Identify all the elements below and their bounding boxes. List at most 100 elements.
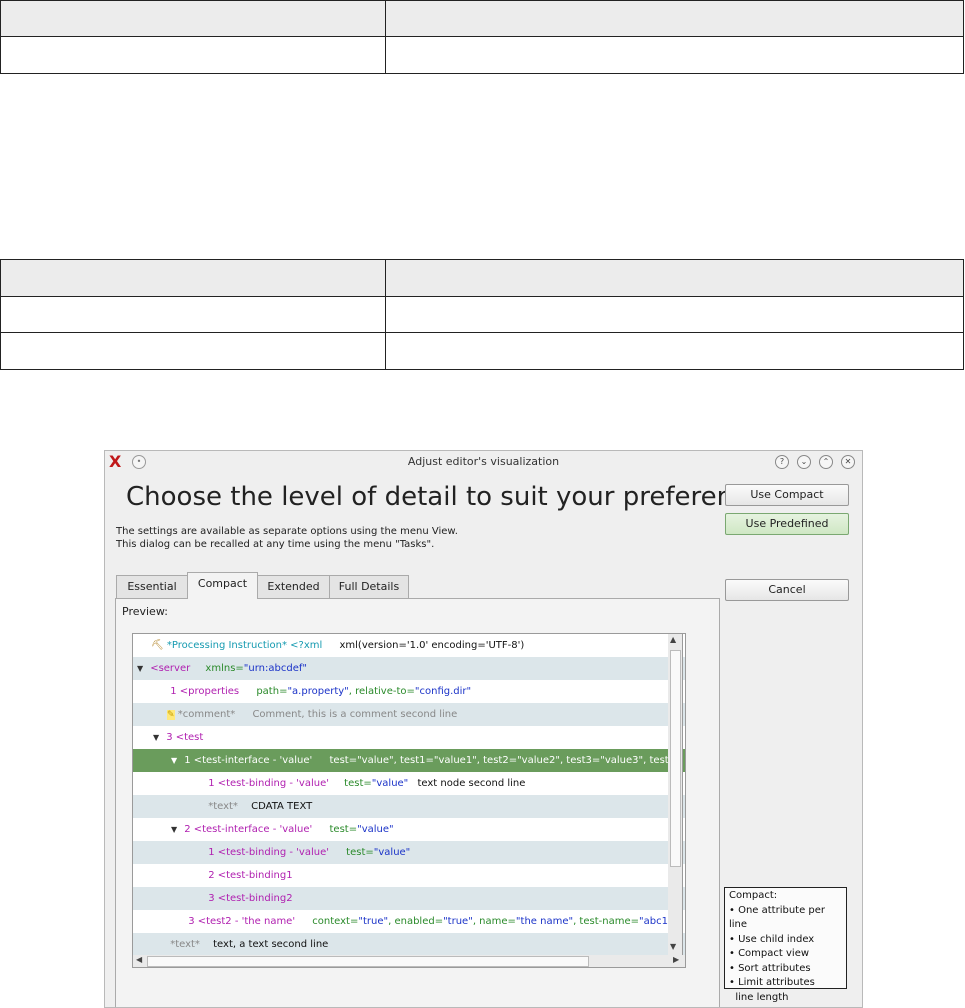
legend-item: • One attribute per line: [729, 904, 826, 931]
attribute-value: "config.dir": [414, 686, 472, 697]
comment-text: Comment, this is a comment second line: [252, 709, 458, 720]
attribute-name: , name=: [472, 916, 516, 927]
legend-item: line length: [729, 991, 789, 1003]
table-1-header-cell: [385, 0, 964, 37]
text-label: *text*: [170, 939, 200, 950]
attribute-value: "a.property": [287, 686, 349, 697]
legend-item: • Limit attributes: [729, 977, 815, 988]
legend-item: • Use child index: [729, 933, 815, 945]
tree-row[interactable]: ▼ 2 <test-interface - 'value' test="valu…: [133, 818, 685, 841]
tree-row[interactable]: ▼ 3 <test: [133, 726, 685, 749]
window-close-icon[interactable]: ✕: [841, 455, 855, 469]
tree-row[interactable]: 3 <test2 - 'the name' context="true", en…: [133, 910, 685, 933]
comment-icon: ✎: [167, 710, 175, 720]
expand-triangle-icon[interactable]: ▼: [153, 726, 163, 749]
table-2-header-cell: [385, 259, 964, 297]
tab-full-details[interactable]: Full Details: [329, 575, 409, 598]
horizontal-scroll-thumb[interactable]: [147, 956, 589, 967]
tree-row[interactable]: ✎ *comment* Comment, this is a comment s…: [133, 703, 685, 726]
preview-label: Preview:: [122, 605, 168, 618]
expand-triangle-icon[interactable]: ▼: [137, 657, 147, 680]
table-2-cell: [385, 332, 964, 370]
table-1-header-cell: [0, 0, 386, 37]
tree-row[interactable]: ▼ <server xmlns="urn:abcdef": [133, 657, 685, 680]
attribute-value: "value": [357, 824, 394, 835]
tree-row[interactable]: 3 <test-binding2: [133, 887, 685, 910]
scroll-up-icon[interactable]: ▲: [670, 635, 676, 644]
pi-value: xml(version='1.0' encoding='UTF-8'): [339, 640, 525, 651]
table-2-cell: [0, 332, 386, 370]
scroll-right-icon[interactable]: ▶: [673, 955, 679, 964]
window-title: Adjust editor's visualization: [407, 455, 560, 468]
table-1-cell: [385, 36, 964, 74]
maximize-icon[interactable]: ⌃: [819, 455, 833, 469]
tree-row[interactable]: 1 <properties path="a.property", relativ…: [133, 680, 685, 703]
expand-triangle-icon[interactable]: ▼: [171, 749, 181, 772]
tree-row[interactable]: ⛏ *Processing Instruction* <?xml xml(ver…: [133, 634, 685, 657]
legend-item: • Sort attributes: [729, 962, 811, 974]
tree-row[interactable]: *text* text, a text second line: [133, 933, 685, 956]
tree-row[interactable]: *text* CDATA TEXT: [133, 795, 685, 818]
attribute-name: xmlns=: [205, 663, 244, 674]
tab-panel: Preview: ⛏ *Processing Instruction* <?xm…: [115, 598, 720, 1007]
element-name: 3 <test-binding2: [208, 893, 293, 904]
attribute-name: , enabled=: [388, 916, 444, 927]
comment-label: *comment*: [177, 709, 236, 720]
compact-options-legend: Compact: • One attribute per line • Use …: [724, 887, 847, 1003]
attribute-name: path=: [256, 686, 288, 697]
attribute-value: "true": [358, 916, 389, 927]
element-name: 1 <properties: [170, 686, 240, 697]
horizontal-scrollbar[interactable]: ◀ ▶: [132, 955, 686, 968]
vertical-scroll-thumb[interactable]: [670, 650, 681, 867]
use-compact-button[interactable]: Use Compact: [725, 484, 849, 506]
tab-compact[interactable]: Compact: [187, 572, 258, 599]
attribute-name: test=: [344, 778, 372, 789]
text-value: CDATA TEXT: [251, 801, 313, 812]
attribute-value: "value": [371, 778, 409, 789]
element-name: 2 <test-interface - 'value': [184, 824, 313, 835]
dialog-heading: Choose the level of detail to suit your …: [126, 482, 777, 512]
help-icon[interactable]: ?: [775, 455, 789, 469]
attribute-name: test=: [329, 824, 358, 835]
attribute-name: test=: [346, 847, 374, 858]
table-2-header-cell: [0, 259, 386, 297]
element-name: <server: [150, 663, 191, 674]
attribute-value: "the name": [515, 916, 574, 927]
tab-extended[interactable]: Extended: [257, 575, 330, 598]
attribute-value: "urn:abcdef": [243, 663, 307, 674]
scroll-down-icon[interactable]: ▼: [670, 942, 676, 951]
shade-icon[interactable]: ⌄: [797, 455, 811, 469]
tree-row[interactable]: 1 <test-binding - 'value' test="value" t…: [133, 772, 685, 795]
element-name: 1 <test-interface - 'value': [184, 755, 313, 766]
pi-label: *Processing Instruction* <?xml: [166, 640, 323, 651]
attribute-name: , test-name=: [573, 916, 639, 927]
cancel-button[interactable]: Cancel: [725, 579, 849, 601]
info-line-1: The settings are available as separate o…: [116, 526, 458, 537]
use-predefined-button[interactable]: Use Predefined: [725, 513, 849, 535]
table-2-cell: [0, 296, 386, 333]
element-name: 3 <test: [166, 732, 204, 743]
document-table-1: [0, 0, 964, 74]
tree-row[interactable]: 2 <test-binding1: [133, 864, 685, 887]
vertical-scrollbar[interactable]: ▲ ▼: [668, 633, 683, 957]
adjust-visualization-dialog: X • Adjust editor's visualization ? ⌄ ⌃ …: [104, 450, 863, 1008]
info-line-2: This dialog can be recalled at any time …: [116, 539, 435, 550]
text-label: *text*: [208, 801, 238, 812]
attribute-name: , relative-to=: [348, 686, 415, 697]
element-name: 2 <test-binding1: [208, 870, 293, 881]
element-name: 3 <test2 - 'the name': [188, 916, 296, 927]
attribute-value: "true": [443, 916, 473, 927]
table-2-cell: [385, 296, 964, 333]
tab-essential[interactable]: Essential: [116, 575, 188, 598]
attribute-name: context=: [312, 916, 359, 927]
scroll-left-icon[interactable]: ◀: [136, 955, 142, 964]
tree-row-selected[interactable]: ▼ 1 <test-interface - 'value' test="valu…: [133, 749, 685, 772]
element-name: 1 <test-binding - 'value': [208, 847, 329, 858]
expand-triangle-icon[interactable]: ▼: [171, 818, 181, 841]
attribute-value: "value": [373, 847, 411, 858]
preview-tree[interactable]: ⛏ *Processing Instruction* <?xml xml(ver…: [132, 633, 686, 957]
legend-title: Compact:: [729, 890, 778, 901]
element-name: 1 <test-binding - 'value': [208, 778, 329, 789]
table-1-cell: [0, 36, 386, 74]
tree-row[interactable]: 1 <test-binding - 'value' test="value": [133, 841, 685, 864]
